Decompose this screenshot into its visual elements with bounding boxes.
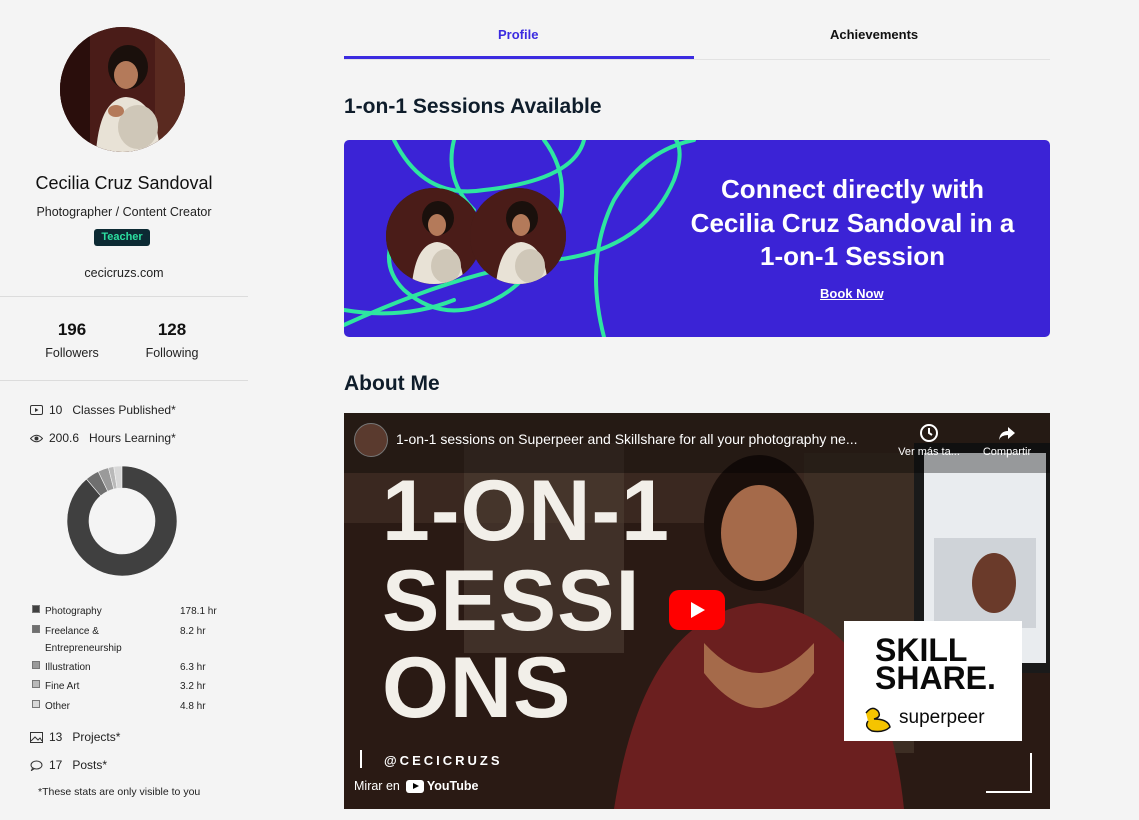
profile-tabs: Profile Achievements (344, 20, 1050, 60)
book-now-link[interactable]: Book Now (820, 286, 884, 301)
learning-donut-chart (66, 465, 178, 577)
youtube-logo: YouTube (405, 779, 479, 793)
superpeer-logo-text: superpeer (899, 707, 985, 728)
banner-avatar-photo (470, 188, 566, 284)
hours-label: Hours Learning* (89, 431, 176, 445)
legend-swatch (32, 680, 40, 688)
legend-label: Other (45, 700, 71, 712)
website-link[interactable]: cecicruzs.com (0, 266, 248, 280)
profile-sidebar: Cecilia Cruz Sandoval Photographer / Con… (0, 0, 248, 820)
projects-label: Projects* (72, 730, 121, 744)
following-stat[interactable]: 128 Following (132, 320, 212, 360)
watch-on-label: Mirar en (354, 779, 400, 793)
hours-count: 200.6 (49, 431, 80, 445)
channel-avatar[interactable] (354, 423, 388, 457)
avatar[interactable] (60, 27, 185, 152)
share-label: Compartir (982, 446, 1032, 458)
legend-label: Freelance & Entrepreneurship (45, 625, 122, 654)
legend-item: Freelance & Entrepreneurship 8.2 hr (32, 623, 222, 659)
divider (0, 296, 248, 297)
legend-hours: 178.1 hr (180, 606, 217, 617)
legend-label: Illustration (45, 661, 91, 673)
followers-label: Followers (45, 346, 99, 360)
legend-swatch (32, 660, 40, 669)
posts-label: Posts* (72, 758, 108, 772)
frame-corner (986, 753, 1032, 793)
youtube-video-embed[interactable]: 1-on-1 sessions on Superpeer and Skillsh… (344, 413, 1050, 809)
classes-label: Classes Published* (72, 403, 176, 417)
youtube-label: YouTube (426, 779, 479, 793)
banner-avatar (470, 188, 566, 284)
followers-stat[interactable]: 196 Followers (32, 320, 112, 360)
divider (0, 380, 248, 381)
share-button[interactable]: Compartir (972, 423, 1042, 458)
banner-avatar (386, 188, 482, 284)
legend-label: Photography (45, 606, 102, 617)
play-button[interactable] (669, 590, 725, 630)
tab-achievements[interactable]: Achievements (830, 27, 918, 42)
teacher-badge: Teacher (94, 229, 150, 246)
legend-hours: 8.2 hr (180, 625, 206, 637)
donut-slice (66, 465, 178, 577)
comment-icon (30, 760, 43, 771)
posts-count: 17 (49, 758, 63, 772)
sessions-heading: 1-on-1 Sessions Available (344, 95, 602, 118)
banner-line: Cecilia Cruz Sandoval in a (690, 207, 1015, 238)
youtube-icon (405, 779, 424, 793)
following-label: Following (145, 346, 199, 360)
banner-headline: Connect directly with Cecilia Cruz Sando… (674, 173, 1031, 274)
learning-legend: Photography 178.1 hr Freelance & Entrepren… (32, 603, 222, 717)
classes-icon (30, 404, 43, 415)
overlay-text: SESSI (382, 553, 641, 649)
banner-line: 1-on-1 Session (760, 241, 945, 271)
legend-hours: 6.3 hr (180, 661, 206, 673)
divider (360, 750, 362, 768)
image-icon (30, 731, 43, 743)
projects-stat[interactable]: 13 Projects* (30, 730, 120, 744)
following-count: 128 (157, 320, 187, 339)
posts-stat[interactable]: 17 Posts* (30, 758, 107, 772)
legend-item: Fine Art 3.2 hr (32, 678, 222, 698)
tab-profile[interactable]: Profile (498, 27, 538, 42)
hours-learning: 200.6 Hours Learning* (30, 431, 176, 445)
legend-swatch (32, 699, 40, 708)
legend-item: Photography 178.1 hr (32, 603, 222, 623)
about-heading: About Me (344, 372, 440, 395)
skillshare-superpeer-logo: SKILL SHARE. superpeer (844, 621, 1022, 741)
classes-count: 10 (49, 403, 63, 417)
projects-count: 13 (49, 730, 63, 744)
legend-hours: 3.2 hr (180, 681, 206, 692)
skillshare-logo-text: SHARE. (875, 660, 996, 696)
banner-avatar-photo (386, 188, 482, 284)
avatar-photo (60, 27, 185, 152)
legend-swatch (32, 624, 40, 633)
share-icon (999, 427, 1015, 440)
legend-label: Fine Art (45, 681, 80, 692)
video-title[interactable]: 1-on-1 sessions on Superpeer and Skillsh… (396, 431, 876, 447)
watch-later-label: Ver más ta... (898, 446, 960, 458)
profile-name: Cecilia Cruz Sandoval (35, 173, 213, 193)
stats-note: *These stats are only visible to you (38, 786, 201, 798)
legend-item: Other 4.8 hr (32, 698, 222, 718)
active-tab-indicator (344, 56, 694, 59)
followers-count: 196 (57, 320, 87, 339)
overlay-text: ONS (382, 640, 572, 736)
banner-line: Connect directly with (721, 174, 984, 204)
watch-later-button[interactable]: Ver más ta... (894, 423, 964, 458)
sessions-banner[interactable]: Connect directly with Cecilia Cruz Sando… (344, 140, 1050, 337)
legend-swatch (32, 605, 40, 613)
clock-icon (920, 424, 938, 442)
superpeer-icon (865, 707, 891, 733)
watch-on-youtube[interactable]: Mirar en YouTube (354, 779, 478, 793)
legend-item: Illustration 6.3 hr (32, 659, 222, 679)
video-handle: @CECICRUZS (384, 753, 503, 768)
overlay-text: 1-ON-1 (382, 463, 670, 559)
eye-icon (30, 434, 43, 442)
classes-published: 10 Classes Published* (30, 403, 176, 417)
profile-role: Photographer / Content Creator (36, 205, 212, 219)
legend-hours: 4.8 hr (180, 700, 206, 712)
